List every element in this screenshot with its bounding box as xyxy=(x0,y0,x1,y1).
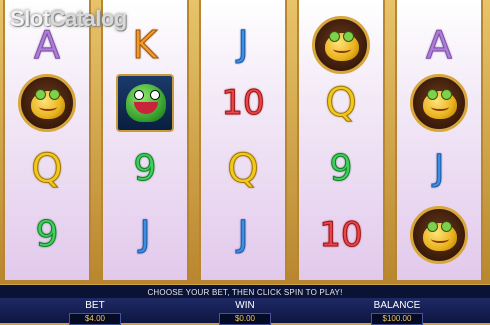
win-value: $0.00 xyxy=(219,313,271,325)
status-message: CHOOSE YOUR BET, THEN CLICK SPIN TO PLAY… xyxy=(0,284,490,299)
reel-cell: J xyxy=(397,138,481,200)
reel-5: AJ xyxy=(395,0,483,280)
balance-value: $100.00 xyxy=(371,313,423,325)
bet-value: $4.00 xyxy=(69,313,121,325)
reel-cell: 9 xyxy=(299,138,383,200)
reel-cell: 9 xyxy=(5,204,89,266)
symbol-q: Q xyxy=(325,80,358,126)
symbol-q: Q xyxy=(227,146,260,192)
win-panel: WIN $0.00 xyxy=(219,300,271,325)
reel-cell: A xyxy=(397,14,481,76)
golden-frog-icon xyxy=(410,206,468,264)
reel-cell xyxy=(103,72,187,134)
bet-panel[interactable]: BET $4.00 xyxy=(69,300,121,325)
reel-cell xyxy=(397,204,481,266)
symbol-9: 9 xyxy=(35,214,59,255)
symbol-a: A xyxy=(426,23,453,67)
reel-cell: Q xyxy=(201,138,285,200)
symbol-9: 9 xyxy=(133,148,157,189)
symbol-j: J xyxy=(139,214,151,255)
reel-cell: 9 xyxy=(103,138,187,200)
symbol-9: 9 xyxy=(329,148,353,189)
reel-cell xyxy=(397,72,481,134)
message-text: CHOOSE YOUR BET, THEN CLICK SPIN TO PLAY… xyxy=(147,287,343,297)
reel-cell: J xyxy=(201,14,285,76)
reel-cell: Q xyxy=(299,72,383,134)
info-bar: BET $4.00 WIN $0.00 BALANCE $100.00 xyxy=(0,298,490,325)
balance-label: BALANCE xyxy=(373,300,421,311)
reel-2: K 9 J xyxy=(101,0,189,280)
golden-frog-icon xyxy=(312,16,370,74)
reel-cell: 10 xyxy=(201,72,285,134)
symbol-10: 10 xyxy=(319,215,363,255)
reel-4: Q 9 10 xyxy=(297,0,385,280)
bet-label: BET xyxy=(85,300,105,311)
watermark-logo: SlotCatalog xyxy=(10,6,127,31)
reel-1: AQ9 xyxy=(3,0,91,280)
reel-cell: 10 xyxy=(299,204,383,266)
symbol-q: Q xyxy=(31,146,64,192)
symbol-j: J xyxy=(237,24,249,65)
balance-panel: BALANCE $100.00 xyxy=(371,300,423,325)
reel-cell xyxy=(299,14,383,76)
green-gecko-icon xyxy=(116,74,174,132)
reel-cell: Q xyxy=(5,138,89,200)
symbol-j: J xyxy=(433,148,445,189)
reel-cell xyxy=(5,72,89,134)
symbol-j: J xyxy=(237,214,249,255)
reel-3: J 10 Q J xyxy=(199,0,287,280)
win-label: WIN xyxy=(235,300,255,311)
reels-area: AQ9 K9J J 10 Q J Q 9 10 AJ xyxy=(0,0,490,284)
golden-frog-icon xyxy=(18,74,76,132)
symbol-10: 10 xyxy=(221,83,265,123)
golden-frog-icon xyxy=(410,74,468,132)
reel-cell: J xyxy=(201,204,285,266)
symbol-k: K xyxy=(132,23,158,67)
reel-cell: J xyxy=(103,204,187,266)
